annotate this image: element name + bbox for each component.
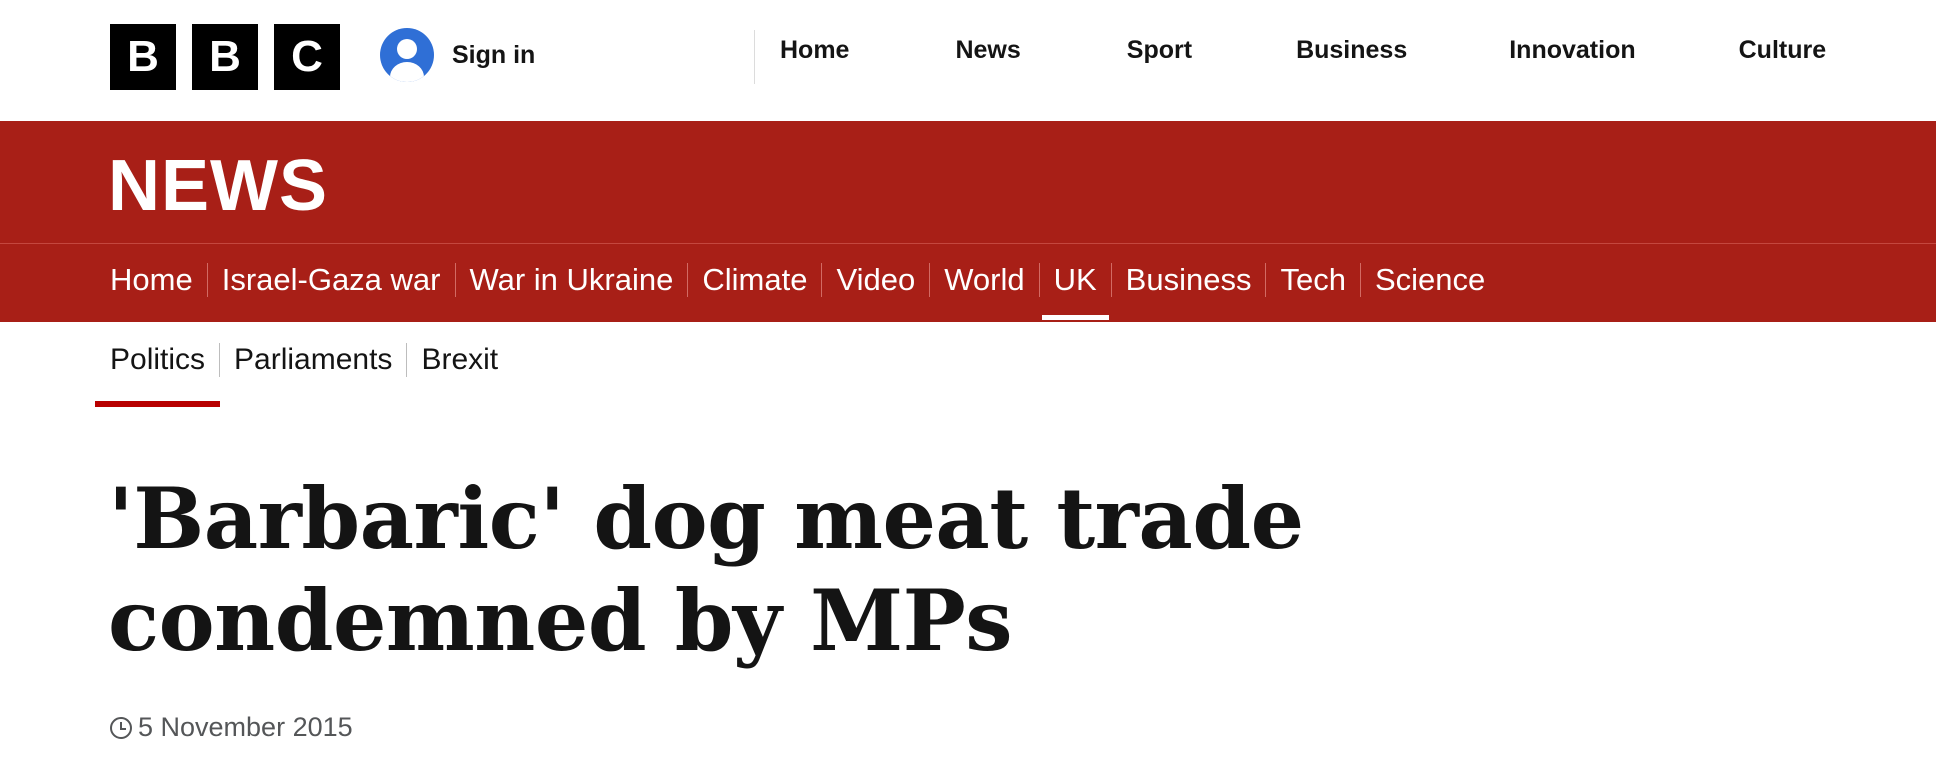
top-nav-home[interactable]: Home (780, 36, 849, 65)
bbc-top-bar: B B C Sign in Home News Sport Business I… (0, 0, 1936, 121)
section-nav-label: Home (110, 262, 193, 297)
section-nav-item-uk[interactable]: UK (1025, 262, 1109, 320)
section-nav-label: Tech (1280, 262, 1346, 297)
section-nav-label: World (944, 262, 1025, 297)
signin-button[interactable]: Sign in (380, 28, 535, 82)
user-avatar-icon (380, 28, 434, 82)
section-nav-item-home[interactable]: Home (110, 262, 193, 298)
section-nav-item-video[interactable]: Video (807, 262, 915, 298)
nav-separator (406, 343, 408, 377)
section-nav-label: Video (836, 262, 916, 297)
nav-separator (1359, 263, 1361, 297)
nav-separator (219, 343, 221, 377)
section-nav-item-climate[interactable]: Climate (673, 262, 807, 298)
nav-separator (687, 263, 689, 297)
section-nav-label: Science (1374, 262, 1486, 297)
clock-icon (110, 716, 132, 739)
sub-nav: Politics Parliaments Brexit (94, 343, 498, 407)
nav-separator (1265, 263, 1267, 297)
section-nav-label: War in Ukraine (469, 262, 674, 297)
top-nav-news[interactable]: News (955, 36, 1020, 65)
top-nav-business[interactable]: Business (1296, 36, 1407, 65)
sub-nav-item-politics[interactable]: Politics (94, 343, 221, 407)
section-nav-item-israel-gaza-war[interactable]: Israel-Gaza war (193, 262, 441, 298)
top-nav-sport[interactable]: Sport (1127, 36, 1192, 65)
article-date: 5 November 2015 (138, 712, 353, 742)
section-nav-label: Israel-Gaza war (221, 262, 441, 297)
section-nav-item-tech[interactable]: Tech (1251, 262, 1346, 298)
nav-separator (929, 263, 931, 297)
section-nav-label: Business (1125, 262, 1252, 297)
article-dateline: 5 November 2015 (110, 712, 353, 743)
section-nav-item-world[interactable]: World (915, 262, 1025, 298)
nav-separator (1038, 263, 1040, 297)
top-nav-innovation[interactable]: Innovation (1509, 36, 1635, 65)
bbc-logo[interactable]: B B C (110, 24, 340, 90)
sub-nav-item-parliaments[interactable]: Parliaments (234, 343, 392, 377)
article-headline: 'Barbaric' dog meat trade condemned by M… (108, 469, 1304, 670)
news-banner: NEWS (0, 121, 1936, 243)
section-nav-item-business[interactable]: Business (1097, 262, 1252, 298)
nav-separator (454, 263, 456, 297)
top-nav-culture[interactable]: Culture (1739, 36, 1827, 65)
nav-separator (1110, 263, 1112, 297)
top-divider (754, 30, 755, 84)
section-nav-label-active: UK (1041, 262, 1109, 320)
section-nav: Home Israel-Gaza war War in Ukraine Clim… (0, 244, 1936, 322)
section-nav-item-science[interactable]: Science (1346, 262, 1485, 298)
news-wordmark[interactable]: NEWS (108, 145, 328, 227)
bbc-logo-letter: C (274, 24, 340, 90)
section-nav-label: Climate (702, 262, 808, 297)
signin-label: Sign in (452, 40, 536, 69)
section-nav-item-war-in-ukraine[interactable]: War in Ukraine (441, 262, 674, 298)
top-nav: Home News Sport Business Innovation Cult… (780, 36, 1826, 65)
bbc-logo-letter: B (110, 24, 176, 90)
bbc-logo-letter: B (192, 24, 258, 90)
nav-separator (206, 263, 208, 297)
nav-separator (821, 263, 823, 297)
sub-nav-item-brexit[interactable]: Brexit (421, 343, 498, 377)
